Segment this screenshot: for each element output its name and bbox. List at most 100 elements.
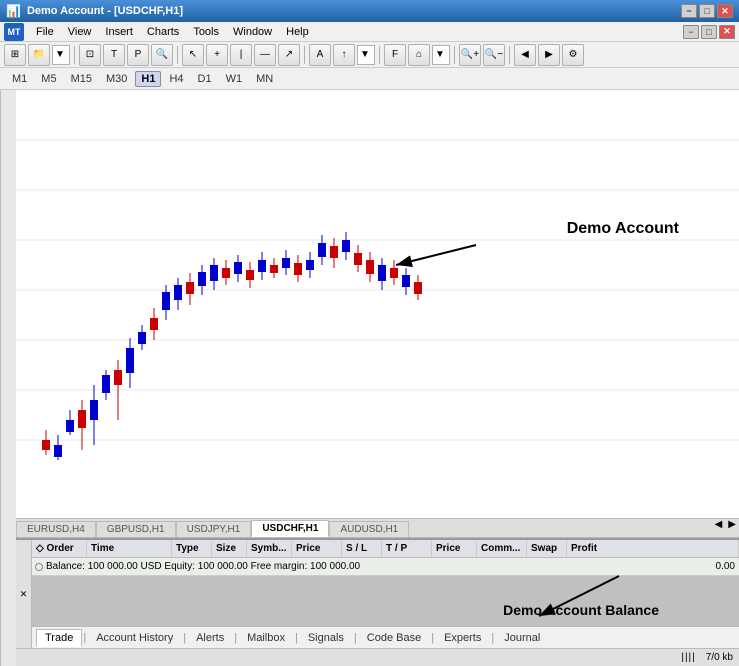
menu-help[interactable]: Help: [280, 24, 315, 40]
col-price: Price: [292, 540, 342, 557]
menu-bar: MT File View Insert Charts Tools Window …: [0, 22, 739, 42]
maximize-button[interactable]: □: [699, 4, 715, 18]
col-price2: Price: [432, 540, 477, 557]
tf-d1[interactable]: D1: [192, 71, 218, 87]
menu-window[interactable]: Window: [227, 24, 278, 40]
demo-account-annotation: Demo Account: [567, 220, 679, 238]
crosshair-button[interactable]: +: [206, 44, 228, 66]
toolbar-sep-3: [304, 46, 305, 64]
tab-trade[interactable]: Trade: [36, 629, 82, 647]
tab-account-history[interactable]: Account History: [87, 629, 182, 647]
account-dropdown[interactable]: ▼: [52, 45, 70, 65]
col-time: Time: [87, 540, 172, 557]
menu-file[interactable]: File: [30, 24, 60, 40]
experts-button[interactable]: ⚙: [562, 44, 584, 66]
tf-h4[interactable]: H4: [163, 71, 189, 87]
profiles-button[interactable]: ⊡: [79, 44, 101, 66]
new-chart-button[interactable]: ⊞: [4, 44, 26, 66]
terminal-content: Demo Account Balance: [32, 576, 739, 626]
chart-svg: [16, 90, 739, 480]
col-sl: S / L: [342, 540, 382, 557]
chart-prev-button[interactable]: ◀: [514, 44, 536, 66]
zoom-out-button[interactable]: 🔍−: [483, 44, 505, 66]
arrow-button[interactable]: ↑: [333, 44, 355, 66]
right-content: Demo Account EURUSD,H4 GBPUSD,H1 USDJPY,…: [16, 90, 739, 666]
fibo2-button[interactable]: ⌂: [408, 44, 430, 66]
terminal-row: ✕ ◇ Order Time Type Size Symb... Price S…: [16, 538, 739, 648]
close-button[interactable]: ✕: [717, 4, 733, 18]
tf-m1[interactable]: M1: [6, 71, 33, 87]
col-type: Type: [172, 540, 212, 557]
menu-view[interactable]: View: [62, 24, 98, 40]
status-info: 7/0 kb: [706, 652, 733, 663]
open-button[interactable]: 📁: [28, 44, 50, 66]
fibo-dropdown[interactable]: ▼: [432, 45, 450, 65]
col-size: Size: [212, 540, 247, 557]
period-button[interactable]: P: [127, 44, 149, 66]
timeframe-bar: M1 M5 M15 M30 H1 H4 D1 W1 MN: [0, 68, 739, 90]
line-button[interactable]: |: [230, 44, 252, 66]
tab-experts[interactable]: Experts: [435, 629, 490, 647]
trend-button[interactable]: ↗: [278, 44, 300, 66]
terminal-close-icon[interactable]: ✕: [20, 589, 28, 600]
tab-signals[interactable]: Signals: [299, 629, 353, 647]
arrow-dropdown[interactable]: ▼: [357, 45, 375, 65]
chart-tab-usdchf[interactable]: USDCHF,H1: [251, 520, 329, 537]
chart-area[interactable]: Demo Account: [16, 90, 739, 518]
menu-insert[interactable]: Insert: [99, 24, 139, 40]
status-bar: |||| 7/0 kb: [16, 648, 739, 666]
inner-maximize-button[interactable]: □: [701, 25, 717, 39]
chart-tab-usdjpy[interactable]: USDJPY,H1: [176, 521, 252, 537]
text-button[interactable]: A: [309, 44, 331, 66]
toolbar-sep-6: [509, 46, 510, 64]
col-symbol: Symb...: [247, 540, 292, 557]
col-comm: Comm...: [477, 540, 527, 557]
tf-mn[interactable]: MN: [250, 71, 279, 87]
tab-journal[interactable]: Journal: [495, 629, 549, 647]
terminal-main: ◇ Order Time Type Size Symb... Price S /…: [32, 540, 739, 648]
zoom-in2-button[interactable]: 🔍+: [459, 44, 481, 66]
tab-alerts[interactable]: Alerts: [187, 629, 233, 647]
chart-next-button[interactable]: ▶: [538, 44, 560, 66]
balance-arrow-svg: [439, 556, 739, 626]
tab-prev-arrow[interactable]: ◀: [712, 519, 726, 537]
col-profit: Profit: [567, 540, 739, 557]
content-area: Demo Account EURUSD,H4 GBPUSD,H1 USDJPY,…: [0, 90, 739, 666]
main-container: MT File View Insert Charts Tools Window …: [0, 22, 739, 666]
tab-next-arrow[interactable]: ▶: [725, 519, 739, 537]
bar-icon: ||||: [681, 652, 695, 663]
tf-w1[interactable]: W1: [220, 71, 249, 87]
menu-charts[interactable]: Charts: [141, 24, 185, 40]
inner-close-button[interactable]: ✕: [719, 25, 735, 39]
col-swap: Swap: [527, 540, 567, 557]
inner-minimize-button[interactable]: −: [683, 25, 699, 39]
bottom-tabs: Trade | Account History | Alerts | Mailb…: [32, 626, 739, 648]
title-bar: 📊 Demo Account - [USDCHF,H1] − □ ✕: [0, 0, 739, 22]
chart-tab-bar: EURUSD,H4 GBPUSD,H1 USDJPY,H1 USDCHF,H1 …: [16, 518, 739, 538]
app-logo: MT: [4, 23, 24, 41]
fibo-button[interactable]: F: [384, 44, 406, 66]
tab-code-base[interactable]: Code Base: [358, 629, 430, 647]
menu-tools[interactable]: Tools: [187, 24, 225, 40]
chart-tab-gbpusd[interactable]: GBPUSD,H1: [96, 521, 176, 537]
zoom-in-button[interactable]: 🔍: [151, 44, 173, 66]
tab-mailbox[interactable]: Mailbox: [238, 629, 294, 647]
toolbar-sep-2: [177, 46, 178, 64]
row-indicator: [35, 563, 43, 571]
col-tp: T / P: [382, 540, 432, 557]
template-button[interactable]: T: [103, 44, 125, 66]
tf-h1[interactable]: H1: [135, 71, 161, 87]
title-bar-buttons: − □ ✕: [681, 4, 733, 18]
toolbar-1: ⊞ 📁 ▼ ⊡ T P 🔍 ↖ + | — ↗ A ↑ ▼ F ⌂ ▼ 🔍+ 🔍…: [0, 42, 739, 68]
toolbar-sep-5: [454, 46, 455, 64]
hline-button[interactable]: —: [254, 44, 276, 66]
tf-m5[interactable]: M5: [35, 71, 62, 87]
tf-m30[interactable]: M30: [100, 71, 133, 87]
chart-tab-audusd[interactable]: AUDUSD,H1: [329, 521, 409, 537]
tf-m15[interactable]: M15: [65, 71, 98, 87]
cursor-button[interactable]: ↖: [182, 44, 204, 66]
toolbar-sep-4: [379, 46, 380, 64]
minimize-button[interactable]: −: [681, 4, 697, 18]
chart-tab-eurusd[interactable]: EURUSD,H4: [16, 521, 96, 537]
title-bar-text: Demo Account - [USDCHF,H1]: [27, 5, 183, 17]
